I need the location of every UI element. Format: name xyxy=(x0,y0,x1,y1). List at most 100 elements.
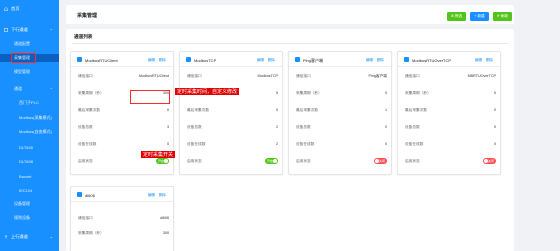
row-label: 启用状态 xyxy=(296,159,311,163)
enable-toggle[interactable]: 关闭 xyxy=(374,158,387,164)
toggle-knob xyxy=(483,158,488,163)
row-value: 5 xyxy=(275,91,278,95)
page-header: 采集管理 ⊞ 筛选 + 新建 ⟳ 刷新 xyxy=(66,5,514,24)
row-value: 2 xyxy=(275,125,278,129)
create-button[interactable]: + 新建 xyxy=(470,12,489,21)
channel-icon xyxy=(186,56,191,62)
sidebar-item-uplink[interactable]: 上行通道 ⌄ xyxy=(0,232,59,241)
section-title: 通道列表 xyxy=(74,34,93,39)
card-row: 设备在线数 0 xyxy=(296,142,387,150)
card-header: Ping客户端 编辑 删除 xyxy=(289,52,391,67)
sidebar-item-dlt698[interactable]: DLT698 xyxy=(0,157,59,165)
sidebar-item-label: DLT698 xyxy=(19,158,33,164)
sidebar: 首页 下行通道 ⌃ 通道配置 采集管理 模型管理 通道 ⌃ 西门子PLC Mod… xyxy=(0,0,59,251)
sidebar-item-siemens-plc[interactable]: 西门子PLC xyxy=(0,99,59,107)
row-label: 启用状态 xyxy=(405,159,420,163)
edit-link[interactable]: 编辑 xyxy=(148,58,155,63)
card-header: ModbusRTUClient 编辑 删除 xyxy=(71,52,173,67)
sidebar-item-label: 西门子PLC xyxy=(19,100,39,105)
sidebar-item-label: 规则设备 xyxy=(14,215,30,220)
row-value: 1 xyxy=(384,108,387,112)
channel-card: Ping客户端 编辑 删除 通信接口 Ping客户端 采集周期（秒） 0 最后采集次… xyxy=(288,51,392,175)
channel-icon xyxy=(77,56,82,62)
row-label: 设备总数 xyxy=(187,125,202,129)
edit-link[interactable]: 编辑 xyxy=(475,58,482,63)
annotation-highlight-box xyxy=(130,90,170,104)
row-label: 启用状态 xyxy=(187,159,202,163)
toggle-text: 关闭 xyxy=(487,158,494,163)
card-row: 启用状态 开启 xyxy=(187,158,278,167)
home-icon xyxy=(4,6,8,11)
enable-toggle[interactable]: 开启 xyxy=(156,158,169,164)
card-header: ModbusTCP 编辑 删除 xyxy=(180,52,282,67)
row-label: 通信接口 xyxy=(187,74,202,78)
sidebar-item-home[interactable]: 首页 xyxy=(0,4,59,13)
delete-link[interactable]: 删除 xyxy=(486,58,493,63)
card-title: ModbusRTUClient xyxy=(85,57,118,63)
channel-icon xyxy=(77,191,82,197)
row-label: 设备总数 xyxy=(405,125,420,129)
refresh-button[interactable]: ⟳ 刷新 xyxy=(493,12,512,21)
channel-card: dl606 编辑 删除 通信接口 dl606 采集周期（秒） 300 xyxy=(70,186,174,251)
chevron-up-icon: ⌃ xyxy=(49,27,53,33)
row-value: 3 xyxy=(166,125,169,129)
toggle-knob xyxy=(164,158,169,163)
row-label: 最后采集次数 xyxy=(405,108,428,112)
sidebar-item-bacnet[interactable]: Bacnet xyxy=(0,172,59,180)
card-row: 设备在线数 0 xyxy=(405,142,496,150)
delete-link[interactable]: 删除 xyxy=(377,58,384,63)
row-label: 设备在线数 xyxy=(78,142,97,146)
delete-link[interactable]: 删除 xyxy=(159,193,166,198)
card-row: 通信接口 dl606 xyxy=(78,216,169,224)
row-value: 2 xyxy=(275,142,278,146)
row-label: 设备总数 xyxy=(78,125,93,129)
row-value: 5 xyxy=(493,91,496,95)
channel-icon xyxy=(404,56,409,62)
edit-link[interactable]: 编辑 xyxy=(148,193,155,198)
sidebar-item-iec104[interactable]: IEC104 xyxy=(0,186,59,194)
sidebar-item-label: 通道配置 xyxy=(14,41,30,46)
row-label: 最后采集次数 xyxy=(296,108,319,112)
sidebar-item-model[interactable]: 模型管理 xyxy=(0,68,59,76)
sidebar-item-downlink[interactable]: 下行通道 ⌃ xyxy=(0,26,59,34)
row-label: 设备在线数 xyxy=(405,142,424,146)
sidebar-item-channel[interactable]: 通道 ⌃ xyxy=(0,85,59,93)
toggle-knob xyxy=(374,158,379,163)
sidebar-item-label: 设备管理 xyxy=(14,201,30,206)
sidebar-item-modbus-collect[interactable]: Modbus(采集模式) xyxy=(0,114,59,122)
edit-link[interactable]: 编辑 xyxy=(257,58,264,63)
sidebar-item-channel-config[interactable]: 通道配置 xyxy=(0,40,59,48)
row-label: 设备总数 xyxy=(296,125,311,129)
channel-card: ModbusRTUOverTCP 编辑 删除 通信接口 MBRTUOverTCP … xyxy=(397,51,501,175)
toggle-text: 关闭 xyxy=(378,158,385,163)
card-row: 采集周期（秒） 0 xyxy=(296,91,387,99)
row-value: 0 xyxy=(166,142,169,146)
sidebar-item-label: 上行通道 xyxy=(11,233,28,239)
sidebar-item-rule-device[interactable]: 规则设备 xyxy=(0,214,59,222)
sidebar-item-label: IEC104 xyxy=(19,187,33,193)
card-header: ModbusRTUOverTCP 编辑 删除 xyxy=(398,52,500,67)
enable-toggle[interactable]: 开启 xyxy=(265,158,278,164)
divider xyxy=(72,43,508,44)
row-label: 设备在线数 xyxy=(296,142,315,146)
edit-link[interactable]: 编辑 xyxy=(366,58,373,63)
card-title: ModbusRTUOverTCP xyxy=(412,57,452,63)
channel-card: ModbusTCP 编辑 删除 通信接口ModbusTCP 采集周期（秒）5 最… xyxy=(179,51,283,175)
sidebar-item-dlt645[interactable]: DLT645 xyxy=(0,143,59,151)
sidebar-item-modbus-free[interactable]: Modbus(自由模式) xyxy=(0,128,59,136)
card-row: 通信接口 ModbusTCP xyxy=(187,74,278,82)
enable-toggle[interactable]: 关闭 xyxy=(483,158,496,164)
row-value: 0 xyxy=(493,108,496,112)
sidebar-item-label: Bacnet xyxy=(19,173,32,179)
row-label: 最后采集次数 xyxy=(187,108,210,112)
card-row: 通信接口 ModbusRTUClient xyxy=(78,74,169,82)
card-title: Ping客户端 xyxy=(303,57,324,63)
card-row: 设备总数 0 xyxy=(405,125,496,133)
sidebar-item-label: 通道 xyxy=(14,86,22,91)
card-row: 最后采集次数 0 xyxy=(405,108,496,116)
card-row: 采集周期（秒） 300 xyxy=(78,231,169,239)
sidebar-item-device-mgmt[interactable]: 设备管理 xyxy=(0,200,59,208)
delete-link[interactable]: 删除 xyxy=(268,58,275,63)
delete-link[interactable]: 删除 xyxy=(159,58,166,63)
filter-button[interactable]: ⊞ 筛选 xyxy=(447,12,466,21)
